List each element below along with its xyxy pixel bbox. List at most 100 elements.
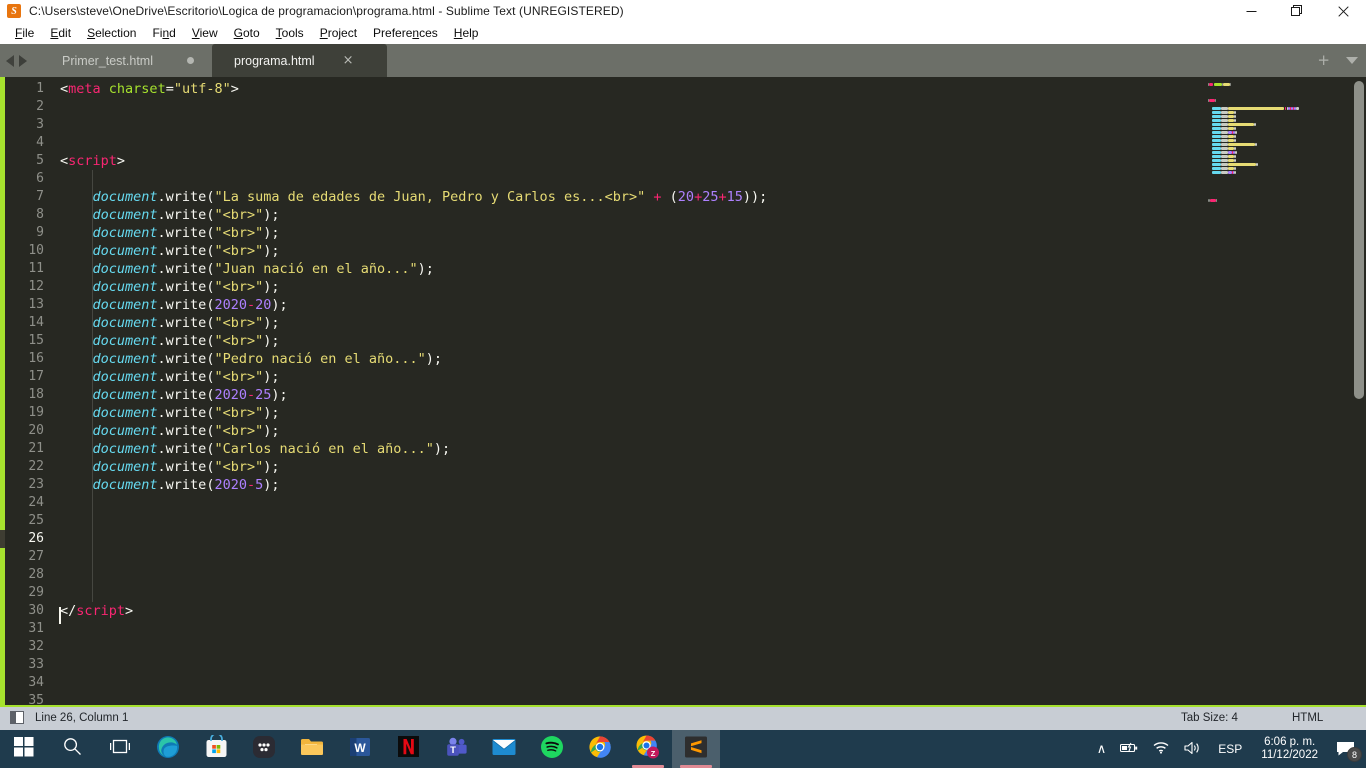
menu-edit[interactable]: Edit xyxy=(42,24,79,42)
input-language-label[interactable]: ESP xyxy=(1209,742,1251,756)
vertical-scrollbar[interactable] xyxy=(1352,77,1366,705)
minimap-token xyxy=(1212,155,1221,158)
chrome-zoom-icon: Z xyxy=(636,734,660,764)
token-var: document xyxy=(92,333,158,349)
minimap-token xyxy=(1214,83,1222,86)
indent-guide xyxy=(92,170,93,602)
taskbar-netflix[interactable] xyxy=(384,730,432,768)
token-str: "<br>" xyxy=(214,207,264,223)
new-tab-icon[interactable]: + xyxy=(1317,53,1330,68)
menu-find[interactable]: Find xyxy=(144,24,183,42)
minimap-token xyxy=(1234,167,1237,170)
taskbar-todoist[interactable] xyxy=(240,730,288,768)
tab-size-label[interactable]: Tab Size: 4 xyxy=(1181,712,1238,724)
taskbar-chrome-zoom[interactable]: Z xyxy=(624,730,672,768)
token-num: 20 xyxy=(255,297,272,313)
menu-goto[interactable]: Goto xyxy=(226,24,268,42)
line-number: 18 xyxy=(28,387,44,402)
task-view-icon xyxy=(109,738,131,760)
volume-icon[interactable] xyxy=(1177,741,1209,758)
chevron-down-icon[interactable] xyxy=(1346,57,1358,64)
token-str: "<br>" xyxy=(214,423,264,439)
minimap-token xyxy=(1220,167,1228,170)
code-line: document.write(2020-25); xyxy=(60,386,288,404)
editor-area[interactable]: 1 2 3 4 5 6 7 8 9 10 11 12 13 14 15 16 17 18 19 20 21 22 23 24 2… xyxy=(0,77,1366,705)
token-str: "<br>" xyxy=(214,369,264,385)
menu-tools[interactable]: Tools xyxy=(268,24,312,42)
minimap-token xyxy=(1220,155,1228,158)
token-attr: charset xyxy=(108,81,166,97)
token-fn: ); xyxy=(425,351,443,367)
token-punc: > xyxy=(116,153,126,169)
token-var: document xyxy=(92,423,158,439)
menu-view[interactable]: View xyxy=(184,24,226,42)
minimap-token xyxy=(1215,99,1217,102)
status-bar: Line 26, Column 1 Tab Size: 4 HTML xyxy=(0,705,1366,730)
minimap-token xyxy=(1212,119,1221,122)
token-fn: .write( xyxy=(157,423,215,439)
minimize-button[interactable] xyxy=(1228,0,1274,22)
taskbar-edge[interactable] xyxy=(144,730,192,768)
syntax-mode-label[interactable]: HTML xyxy=(1292,712,1323,724)
token-fn: .write( xyxy=(157,459,215,475)
taskbar-chrome[interactable] xyxy=(576,730,624,768)
scrollbar-thumb[interactable] xyxy=(1354,81,1364,399)
tab-close-icon[interactable]: × xyxy=(343,54,354,67)
taskbar-spotify[interactable] xyxy=(528,730,576,768)
chrome-icon xyxy=(589,735,611,763)
taskbar-mail[interactable] xyxy=(480,730,528,768)
code-content[interactable]: <meta charset="utf-8"> <script> document.… xyxy=(60,77,1210,705)
token-var: document xyxy=(92,351,158,367)
word-icon: W xyxy=(349,736,371,763)
token-var: document xyxy=(92,441,158,457)
token-num: 2020 xyxy=(214,387,247,403)
token-num: 25 xyxy=(702,189,719,205)
taskbar-file-explorer[interactable] xyxy=(288,730,336,768)
menu-selection[interactable]: Selection xyxy=(79,24,144,42)
battery-icon[interactable] xyxy=(1113,741,1146,757)
line-number: 33 xyxy=(28,657,44,672)
taskbar-word[interactable]: W xyxy=(336,730,384,768)
menu-file[interactable]: File xyxy=(7,24,42,42)
minimap-token xyxy=(1220,171,1228,174)
tab-next-arrow-icon[interactable] xyxy=(19,54,27,67)
line-number: 24 xyxy=(28,495,44,510)
restore-button[interactable] xyxy=(1274,0,1320,22)
menu-project[interactable]: Project xyxy=(312,24,365,42)
tab-nav-arrows[interactable] xyxy=(6,44,27,77)
menu-help[interactable]: Help xyxy=(446,24,487,42)
taskbar-sublime-text[interactable] xyxy=(672,730,720,768)
tab-programa-html[interactable]: programa.html × xyxy=(212,44,387,77)
token-fn: .write( xyxy=(157,297,215,313)
minimap-token xyxy=(1212,131,1221,134)
tab-label: Primer_test.html xyxy=(62,53,153,68)
token-fn: .write( xyxy=(157,315,215,331)
minimap[interactable] xyxy=(1200,77,1348,705)
minimap-token xyxy=(1212,151,1221,154)
taskbar-microsoft-store[interactable] xyxy=(192,730,240,768)
notifications-button[interactable]: 8 xyxy=(1328,730,1364,768)
line-number: 15 xyxy=(28,333,44,348)
tab-prev-arrow-icon[interactable] xyxy=(6,54,14,67)
token-num: 20 xyxy=(677,189,695,205)
tray-overflow-icon[interactable]: ∧ xyxy=(1090,743,1114,756)
minimap-token xyxy=(1212,111,1221,114)
window-title: C:\Users\steve\OneDrive\Escritorio\Logic… xyxy=(29,4,624,18)
clock[interactable]: 6:06 p. m. 11/12/2022 xyxy=(1251,736,1328,762)
menu-preferences[interactable]: Preferences xyxy=(365,24,446,42)
taskbar-teams[interactable]: T xyxy=(432,730,480,768)
minimap-token xyxy=(1234,155,1237,158)
taskbar-search[interactable] xyxy=(48,730,96,768)
tab-primer_test-html[interactable]: Primer_test.html xyxy=(40,44,212,77)
minimap-token xyxy=(1220,127,1228,130)
spotify-icon xyxy=(541,735,563,763)
close-button[interactable] xyxy=(1320,0,1366,22)
minimap-token xyxy=(1234,171,1237,174)
token-str: "<br>" xyxy=(214,225,264,241)
sidebar-toggle-icon[interactable] xyxy=(10,711,24,724)
taskbar-start[interactable] xyxy=(0,730,48,768)
wifi-icon[interactable] xyxy=(1146,741,1177,757)
taskbar-task-view[interactable] xyxy=(96,730,144,768)
